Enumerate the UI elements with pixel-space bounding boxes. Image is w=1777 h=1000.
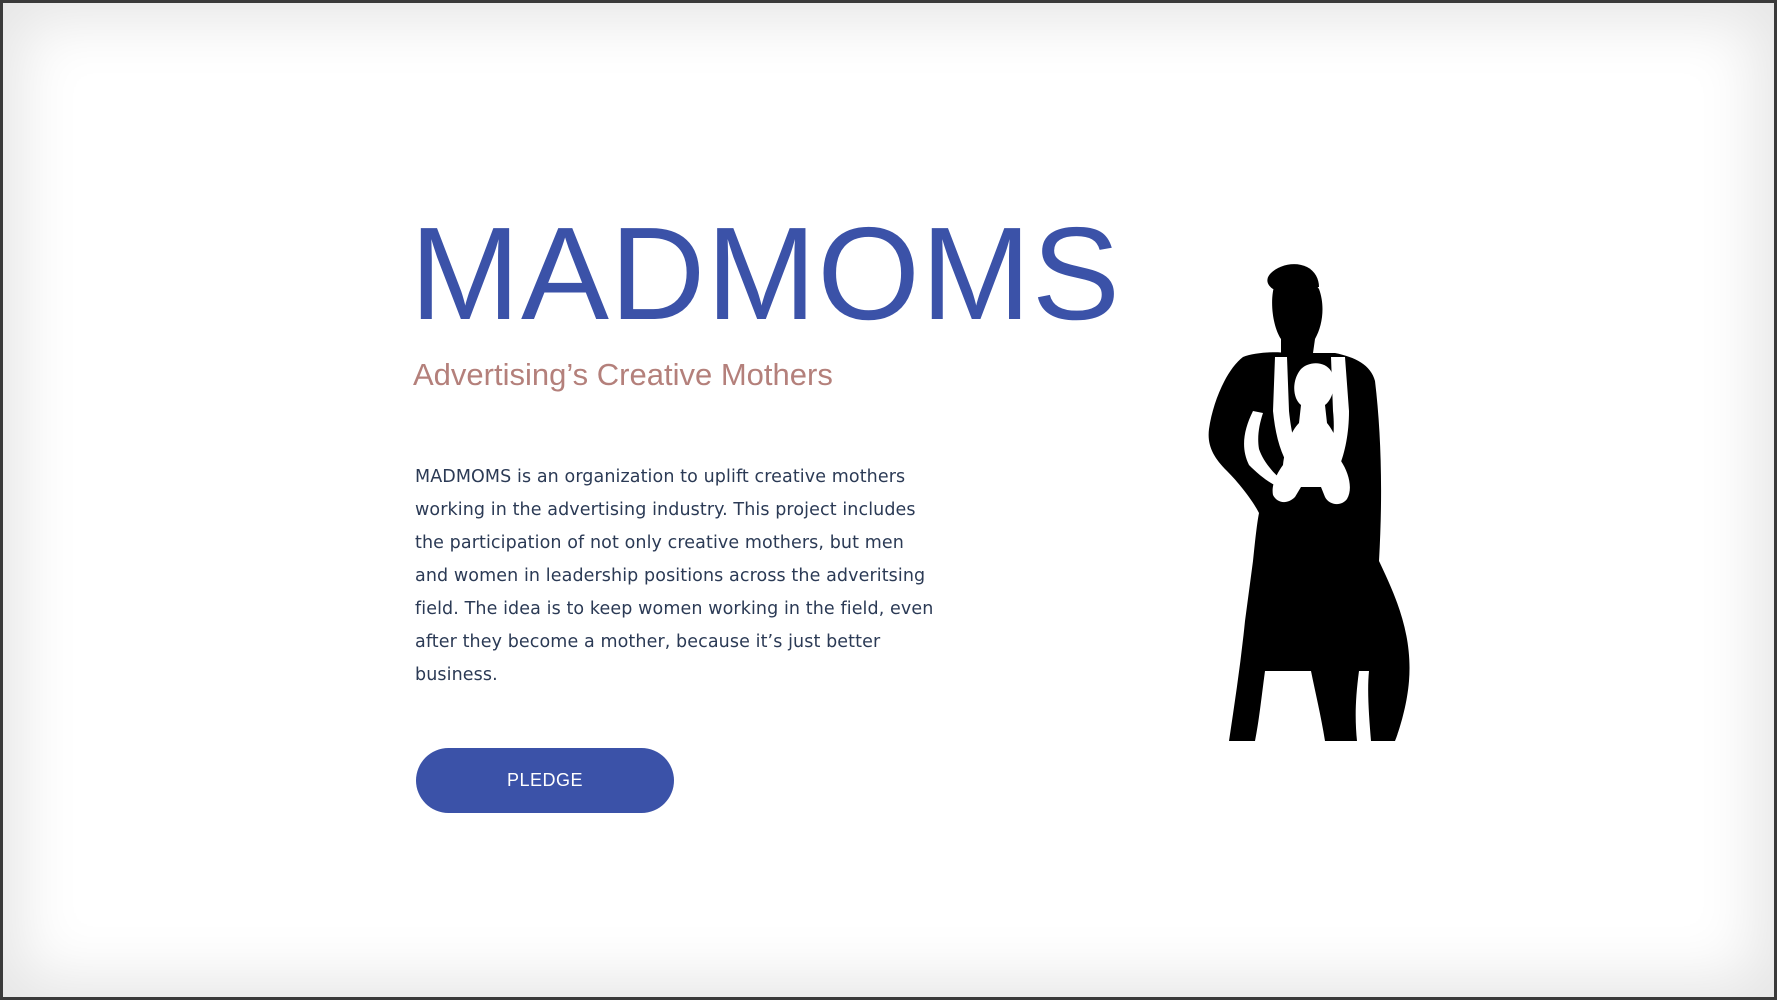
pledge-button[interactable]: PLEDGE xyxy=(416,748,674,813)
hero-title: MADMOMS xyxy=(410,200,1121,347)
hero-subtitle: Advertising’s Creative Mothers xyxy=(413,357,833,392)
mother-with-baby-carrier-silhouette-icon xyxy=(1208,264,1410,741)
silhouette-group xyxy=(1208,264,1410,741)
hero-description: MADMOMS is an organization to uplift cre… xyxy=(415,467,934,685)
slide-frame: MADMOMS Advertising’s Creative Mothers M… xyxy=(3,3,1774,997)
